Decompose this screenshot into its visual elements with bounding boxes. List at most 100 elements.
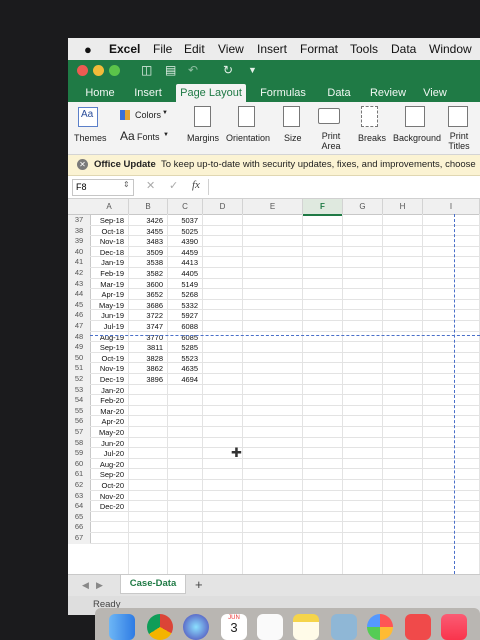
cell-a[interactable]: Dec-18 xyxy=(90,248,124,257)
menu-edit[interactable]: Edit xyxy=(184,42,205,56)
undo-icon[interactable]: ↶ xyxy=(188,63,198,77)
cell-a[interactable]: Oct-18 xyxy=(90,227,124,236)
menu-window[interactable]: Window xyxy=(429,42,472,56)
breaks-icon[interactable] xyxy=(361,106,378,127)
apple-menu-icon[interactable]: ● xyxy=(84,42,92,57)
orientation-button[interactable]: Orientation xyxy=(226,133,270,143)
chrome-icon[interactable] xyxy=(147,614,173,640)
cell-a[interactable]: Sep-19 xyxy=(90,343,124,352)
cell-a[interactable]: Apr-20 xyxy=(90,417,124,426)
sheet-tab-case-data[interactable]: Case-Data xyxy=(120,575,186,594)
cell-c[interactable]: 4413 xyxy=(168,258,198,267)
fonts-button[interactable]: Fonts xyxy=(137,132,160,142)
row-header[interactable]: 41 xyxy=(68,257,91,268)
menu-data[interactable]: Data xyxy=(391,42,416,56)
menu-format[interactable]: Format xyxy=(300,42,338,56)
breaks-button[interactable]: Breaks xyxy=(358,133,386,143)
zoom-window-button[interactable] xyxy=(109,65,120,76)
orientation-icon[interactable] xyxy=(238,106,255,127)
row-header[interactable]: 62 xyxy=(68,480,91,491)
next-sheet-icon[interactable]: ▶ xyxy=(96,580,103,591)
cancel-icon[interactable]: ✕ xyxy=(146,179,155,192)
cell-a[interactable]: Nov-20 xyxy=(90,492,124,501)
cell-a[interactable]: Dec-20 xyxy=(90,502,124,511)
tab-home[interactable]: Home xyxy=(82,84,118,102)
cell-a[interactable]: Jan-20 xyxy=(90,386,124,395)
tab-page-layout[interactable]: Page Layout xyxy=(176,84,246,102)
print-area-icon[interactable] xyxy=(318,108,340,124)
row-header[interactable]: 39 xyxy=(68,236,91,247)
column-header-b[interactable]: B xyxy=(129,199,168,215)
row-header[interactable]: 58 xyxy=(68,437,91,449)
cell-b[interactable]: 3811 xyxy=(129,343,163,352)
column-header-c[interactable]: C xyxy=(168,199,203,215)
cell-b[interactable]: 3686 xyxy=(129,301,163,310)
cell-c[interactable]: 4405 xyxy=(168,269,198,278)
menu-view[interactable]: View xyxy=(218,42,244,56)
save-icon[interactable]: ▤ xyxy=(165,63,176,77)
row-header[interactable]: 59 xyxy=(68,448,91,459)
select-all-corner[interactable] xyxy=(68,199,91,215)
colors-dropdown-icon[interactable]: ▼ xyxy=(162,110,168,116)
size-icon[interactable] xyxy=(283,106,300,127)
cell-a[interactable]: Mar-19 xyxy=(90,280,124,289)
cell-a[interactable]: Apr-19 xyxy=(90,290,124,299)
customize-toolbar-icon[interactable]: ▼ xyxy=(248,65,257,75)
cell-c[interactable]: 5268 xyxy=(168,290,198,299)
themes-button[interactable]: Themes xyxy=(74,133,107,143)
margins-icon[interactable] xyxy=(194,106,211,127)
cell-a[interactable]: May-20 xyxy=(90,428,124,437)
row-header[interactable]: 49 xyxy=(68,342,91,353)
cell-a[interactable]: Mar-20 xyxy=(90,407,124,416)
insert-function-icon[interactable]: fx xyxy=(192,179,200,191)
cell-b[interactable]: 3896 xyxy=(129,375,163,384)
tab-insert[interactable]: Insert xyxy=(130,84,166,102)
menu-file[interactable]: File xyxy=(153,42,172,56)
enter-icon[interactable]: ✓ xyxy=(169,179,178,192)
cell-b[interactable]: 3828 xyxy=(129,354,163,363)
row-header[interactable]: 53 xyxy=(68,384,91,396)
row-header[interactable]: 66 xyxy=(68,522,91,533)
column-header-g[interactable]: G xyxy=(343,199,383,215)
cell-c[interactable]: 5025 xyxy=(168,227,198,236)
print-titles-icon[interactable] xyxy=(448,106,468,127)
music-icon[interactable] xyxy=(441,614,467,640)
column-header-d[interactable]: D xyxy=(203,199,243,215)
tab-view[interactable]: View xyxy=(420,84,450,102)
cell-c[interactable]: 5332 xyxy=(168,301,198,310)
cell-a[interactable]: Dec-19 xyxy=(90,375,124,384)
margins-button[interactable]: Margins xyxy=(187,133,219,143)
cell-c[interactable]: 4635 xyxy=(168,364,198,373)
column-header-i[interactable]: I xyxy=(423,199,480,215)
close-window-button[interactable] xyxy=(77,65,88,76)
news-icon[interactable] xyxy=(405,614,431,640)
print-area-button[interactable]: Print Area xyxy=(316,131,346,151)
size-button[interactable]: Size xyxy=(284,133,302,143)
row-header[interactable]: 38 xyxy=(68,225,91,237)
add-sheet-button[interactable]: + xyxy=(195,577,203,592)
finder-icon[interactable] xyxy=(109,614,135,640)
cell-c[interactable]: 5927 xyxy=(168,311,198,320)
cell-b[interactable]: 3509 xyxy=(129,248,163,257)
cell-a[interactable]: Aug-20 xyxy=(90,460,124,469)
colors-button[interactable]: Colors xyxy=(135,110,161,120)
cell-b[interactable]: 3652 xyxy=(129,290,163,299)
column-header-e[interactable]: E xyxy=(243,199,303,215)
colors-icon[interactable] xyxy=(120,110,130,120)
row-header[interactable]: 37 xyxy=(68,215,91,226)
cell-c[interactable]: 4694 xyxy=(168,375,198,384)
column-header-f[interactable]: F xyxy=(303,199,343,216)
photos-icon[interactable] xyxy=(367,614,393,640)
preview-icon[interactable] xyxy=(331,614,357,640)
cell-a[interactable]: Aug-19 xyxy=(90,333,124,342)
row-header[interactable]: 65 xyxy=(68,511,91,523)
menu-insert[interactable]: Insert xyxy=(257,42,287,56)
row-header[interactable]: 63 xyxy=(68,490,91,502)
row-header[interactable]: 51 xyxy=(68,363,91,374)
row-header[interactable]: 43 xyxy=(68,278,91,290)
dismiss-update-icon[interactable]: ✕ xyxy=(77,159,88,170)
cell-a[interactable]: Jul-20 xyxy=(90,449,124,458)
calendar-icon[interactable]: JUN 3 xyxy=(221,614,247,640)
row-header[interactable]: 61 xyxy=(68,469,91,480)
tab-formulas[interactable]: Formulas xyxy=(258,84,308,102)
